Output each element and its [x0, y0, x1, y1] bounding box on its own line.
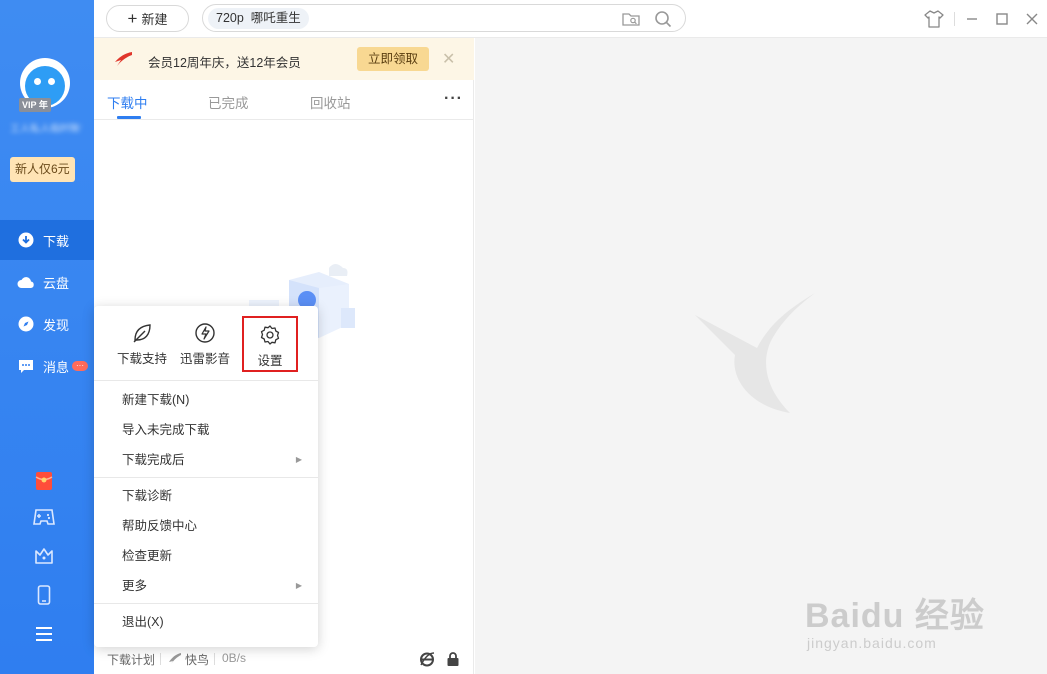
toolbar-divider [954, 12, 955, 26]
menu-divider [94, 603, 318, 604]
message-icon [17, 357, 35, 375]
sidebar-item-discover[interactable]: 发现 [0, 304, 94, 344]
username[interactable]: 工人私人临时账号 [10, 120, 82, 132]
banner-close-icon[interactable]: ✕ [442, 49, 455, 69]
gamepad-icon[interactable] [33, 506, 55, 528]
download-speed: 0B/s [222, 651, 247, 665]
hamburger-menu-icon[interactable] [33, 623, 55, 645]
promo-banner: 会员12周年庆，送12年会员 立即领取 ✕ [94, 38, 474, 80]
close-icon[interactable] [1021, 8, 1043, 30]
new-task-button[interactable]: + 新建 [106, 5, 189, 32]
sidebar-item-label: 消息 [43, 359, 70, 375]
status-footer: 下载计划 快鸟 0B/s [94, 643, 474, 674]
folder-search-icon[interactable] [621, 9, 641, 29]
tab-completed[interactable]: 已完成 [208, 92, 249, 112]
search-icon[interactable] [653, 9, 673, 29]
menu-item-more[interactable]: 更多 ▶ [94, 571, 318, 601]
gear-icon [259, 324, 281, 346]
plus-icon: + [127, 9, 138, 28]
message-badge: ··· [72, 361, 89, 371]
compass-icon [17, 315, 35, 333]
top-toolbar: + 新建 720p 哪吒重生 [94, 0, 1047, 38]
quick-action-label: 迅雷影音 [179, 352, 230, 366]
thunder-logo-icon [112, 50, 134, 71]
new-task-label: 新建 [141, 12, 168, 27]
download-support-button[interactable]: 下载支持 [111, 318, 173, 368]
menu-item-check-update[interactable]: 检查更新 [94, 541, 318, 571]
watermark-url: jingyan.baidu.com [807, 635, 937, 651]
fast-bird-link[interactable]: 快鸟 [185, 651, 209, 668]
maximize-icon[interactable] [991, 8, 1013, 30]
leaf-icon [131, 322, 153, 344]
search-box[interactable]: 720p 哪吒重生 [202, 4, 686, 32]
main-menu-popup: 下载支持 迅雷影音 设置 新建下载(N) 导入未完成下载 下载完成后 ▶ 下载诊断… [94, 306, 318, 647]
menu-item-import-unfinished[interactable]: 导入未完成下载 [94, 415, 318, 445]
menu-item-after-download[interactable]: 下载完成后 ▶ [94, 445, 318, 475]
red-packet-icon[interactable] [33, 470, 55, 492]
lock-icon[interactable] [446, 651, 460, 670]
menu-item-diagnose[interactable]: 下载诊断 [94, 481, 318, 511]
baidu-watermark: Baidu 经验 jingyan.baidu.com [805, 588, 985, 651]
quick-action-label: 设置 [257, 354, 283, 368]
crown-icon[interactable] [33, 545, 55, 567]
bird-speed-icon [168, 652, 182, 667]
sidebar-item-download[interactable]: 下载 [0, 220, 94, 260]
vip-badge: VIP 年 [19, 98, 51, 112]
sidebar-item-cloud[interactable]: 云盘 [0, 262, 94, 302]
phone-icon[interactable] [33, 584, 55, 606]
minimize-icon[interactable] [961, 8, 983, 30]
banner-text: 会员12周年庆，送12年会员 [148, 56, 301, 70]
download-icon [17, 231, 35, 249]
sidebar-item-messages[interactable]: 消息 ··· [0, 346, 94, 386]
claim-now-button[interactable]: 立即领取 [357, 47, 429, 71]
submenu-arrow-icon: ▶ [295, 581, 302, 590]
menu-item-help-feedback[interactable]: 帮助反馈中心 [94, 511, 318, 541]
tab-recycle-bin[interactable]: 回收站 [310, 92, 351, 112]
sidebar-item-label: 云盘 [43, 275, 70, 291]
sidebar: VIP 年 工人私人临时账号 新人仅6元 下载 云盘 发现 消息 ··· [0, 0, 94, 674]
tab-downloading[interactable]: 下载中 [107, 92, 148, 112]
watermark-brand: Baidu 经验 [805, 597, 985, 635]
cloud-icon [17, 273, 35, 291]
more-options-icon[interactable]: ··· [444, 90, 463, 108]
thunder-bird-watermark-icon [695, 293, 815, 413]
detail-area: Baidu 经验 jingyan.baidu.com [475, 38, 1047, 674]
menu-divider [94, 477, 318, 478]
submenu-arrow-icon: ▶ [295, 455, 302, 464]
skin-icon[interactable] [923, 8, 945, 30]
play-disc-icon [194, 322, 216, 344]
sidebar-item-label: 下载 [43, 233, 70, 249]
download-tabs: 下载中 已完成 回收站 ··· [94, 80, 474, 120]
menu-item-exit[interactable]: 退出(X) [94, 607, 318, 637]
download-plan-link[interactable]: 下载计划 [107, 651, 155, 668]
active-tab-indicator [117, 116, 141, 119]
quick-action-label: 下载支持 [116, 352, 167, 366]
thunder-player-button[interactable]: 迅雷影音 [174, 318, 236, 368]
menu-divider [94, 380, 318, 381]
sidebar-item-label: 发现 [43, 317, 70, 333]
promo-tag[interactable]: 新人仅6元 [10, 157, 75, 182]
ie-browser-icon[interactable] [419, 651, 435, 670]
search-hot-chip[interactable]: 720p 哪吒重生 [208, 8, 309, 29]
menu-item-new-download[interactable]: 新建下载(N) [94, 385, 318, 415]
settings-button[interactable]: 设置 [242, 316, 298, 372]
